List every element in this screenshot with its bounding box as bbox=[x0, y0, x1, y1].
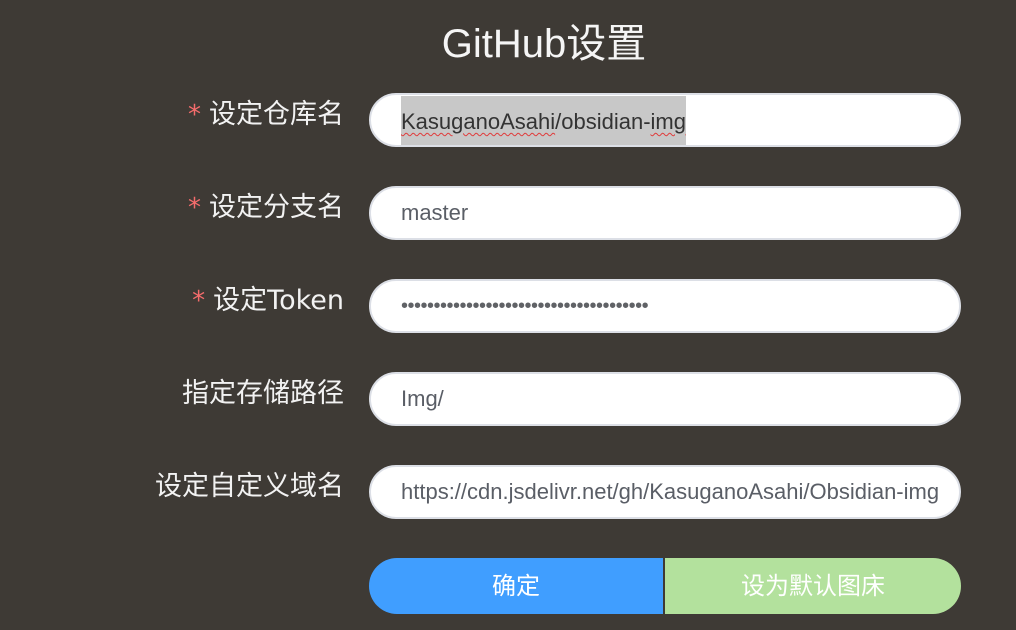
branch-label-text: 设定分支名 bbox=[209, 192, 344, 223]
repo-value-user: KasuganoAsahi bbox=[401, 109, 556, 134]
page-title: GitHub设置 bbox=[441, 22, 647, 66]
required-mark: * bbox=[188, 100, 201, 130]
path-input[interactable]: Img/ bbox=[369, 372, 961, 426]
required-mark: * bbox=[188, 193, 201, 223]
set-default-button[interactable]: 设为默认图床 bbox=[665, 558, 961, 614]
domain-label-text: 设定自定义域名 bbox=[155, 471, 344, 502]
token-input-value[interactable]: •••••••••••••••••••••••••••••••••••••• bbox=[401, 281, 649, 331]
token-row: * 设定Token •••••••••••••••••••••••••••••••… bbox=[0, 279, 1016, 335]
repo-label-text: 设定仓库名 bbox=[209, 99, 344, 130]
required-mark: * bbox=[192, 286, 206, 316]
domain-input-value[interactable]: https://cdn.jsdelivr.net/gh/KasuganoAsah… bbox=[401, 467, 939, 517]
domain-row: 设定自定义域名 https://cdn.jsdelivr.net/gh/Kasu… bbox=[0, 465, 1016, 521]
domain-input[interactable]: https://cdn.jsdelivr.net/gh/KasuganoAsah… bbox=[369, 465, 961, 519]
confirm-button[interactable]: 确定 bbox=[369, 558, 663, 614]
repo-value-suffix: img bbox=[650, 109, 686, 134]
repo-input[interactable]: KasuganoAsahi/obsidian-img bbox=[369, 93, 961, 147]
repo-value-sep: /obsidian- bbox=[555, 109, 651, 134]
path-input-value[interactable]: Img/ bbox=[401, 374, 444, 424]
branch-input[interactable]: master bbox=[369, 186, 961, 240]
repo-label: * 设定仓库名 bbox=[188, 97, 344, 133]
path-row: 指定存储路径 Img/ bbox=[0, 372, 1016, 428]
domain-label: 设定自定义域名 bbox=[155, 469, 344, 505]
repo-row: * 设定仓库名 KasuganoAsahi/obsidian-img bbox=[0, 93, 1016, 149]
path-label: 指定存储路径 bbox=[182, 376, 344, 412]
repo-input-value[interactable]: KasuganoAsahi/obsidian-img bbox=[401, 96, 686, 145]
path-label-text: 指定存储路径 bbox=[182, 378, 344, 409]
branch-input-value[interactable]: master bbox=[401, 188, 468, 238]
branch-row: * 设定分支名 master bbox=[0, 186, 1016, 242]
branch-label: * 设定分支名 bbox=[188, 190, 344, 226]
token-label: * 设定Token bbox=[192, 283, 344, 319]
token-label-text: 设定Token bbox=[213, 285, 344, 316]
token-input[interactable]: •••••••••••••••••••••••••••••••••••••• bbox=[369, 279, 961, 333]
action-buttons: 确定 设为默认图床 bbox=[369, 558, 961, 614]
